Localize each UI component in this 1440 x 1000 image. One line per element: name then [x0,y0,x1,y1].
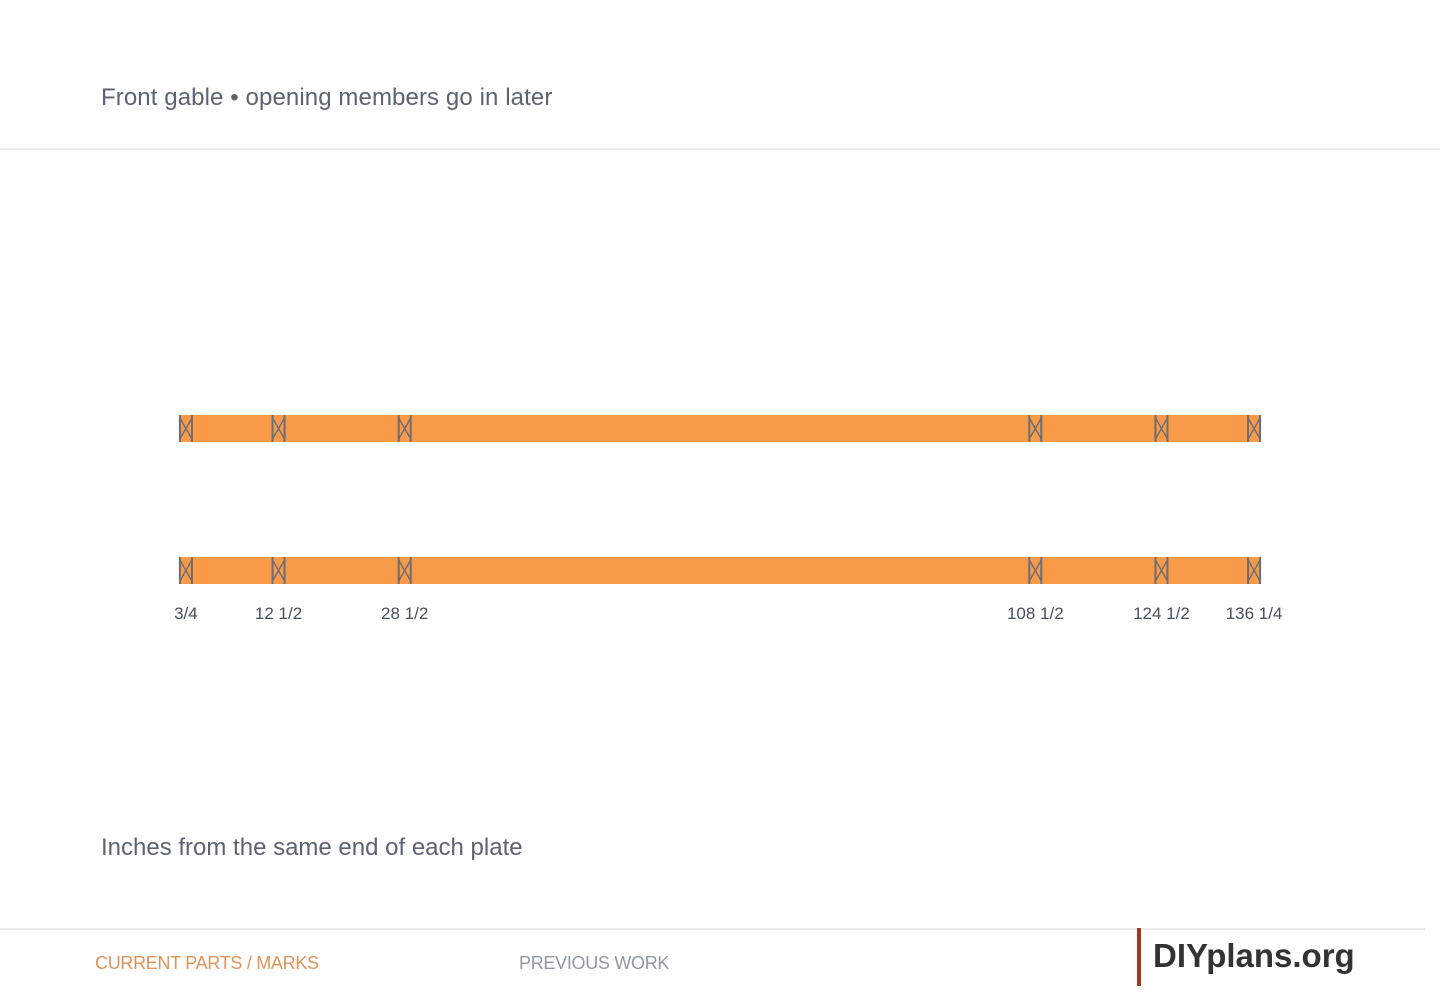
bottom-plate [180,557,1260,584]
mark-label: 28 1/2 [381,604,428,623]
mark-label: 136 1/4 [1226,604,1283,623]
brand-name: DIYplans.org [1153,937,1355,974]
mark-label: 3/4 [174,604,198,623]
top-plate [180,415,1260,442]
nav-previous-work[interactable]: PREVIOUS WORK [519,953,669,974]
mark-label: 124 1/2 [1133,604,1190,623]
mark-label: 108 1/2 [1007,604,1064,623]
measurement-note: Inches from the same end of each plate [101,834,523,861]
brand-logo[interactable]: DIYplans.org [1137,928,1355,986]
nav-current-parts-marks[interactable]: CURRENT PARTS / MARKS [95,953,319,974]
mark-label: 12 1/2 [255,604,302,623]
